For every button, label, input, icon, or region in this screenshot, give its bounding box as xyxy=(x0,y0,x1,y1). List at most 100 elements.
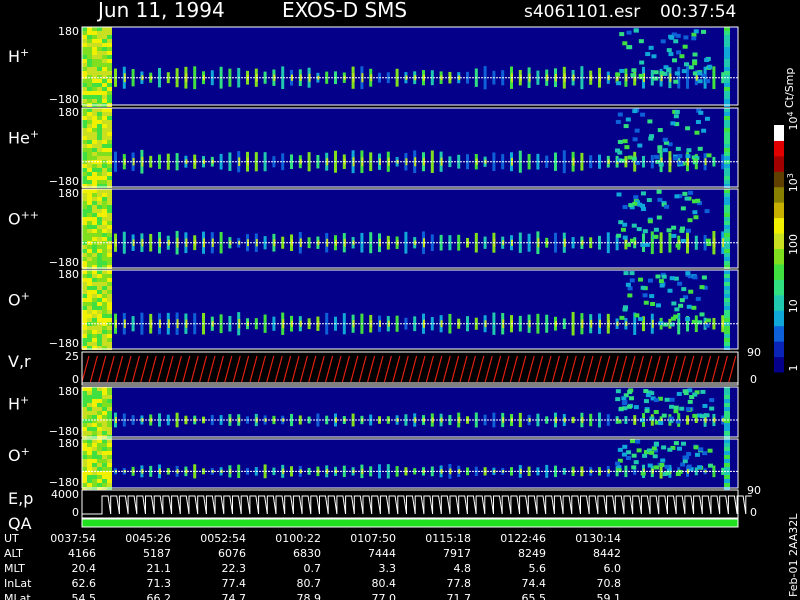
ytop-h-plus-1: 180 xyxy=(58,25,79,38)
rbot-ep: 0 xyxy=(750,506,757,519)
colorbar-swatch xyxy=(774,263,784,280)
footer-cell: 6.0 xyxy=(604,562,622,575)
footer-cell: 77.0 xyxy=(372,592,397,600)
label-sup-he-plus: + xyxy=(30,127,39,140)
orbit-footer: UT ALT MLT InLat MLat 0037:54 4166 20.4 62.6 54.5… xyxy=(4,532,621,600)
colorbar-swatch xyxy=(774,171,784,188)
ytop-ep: 4000 xyxy=(51,488,79,501)
ytop-vr: 25 xyxy=(65,350,79,363)
footer-cell: 5187 xyxy=(143,547,171,560)
panel-stack: H+180−180He+180−180O++180−180O+180−180V,… xyxy=(8,25,761,533)
file-name: s4061101.esr xyxy=(524,2,640,22)
footer-cell: 74.4 xyxy=(522,577,547,590)
ytop-o-plus-1: 180 xyxy=(58,268,79,281)
label-sup-o-plus-1: + xyxy=(21,289,30,302)
colorbar-swatch xyxy=(774,125,784,141)
footer-cell: 0052:54 xyxy=(200,532,246,545)
footer-cell: 20.4 xyxy=(72,562,97,575)
panel-ep: E,p 4000 0 90 0 xyxy=(8,484,761,519)
footer-cell: 0.7 xyxy=(304,562,322,575)
footer-cell: 54.5 xyxy=(72,592,97,600)
colorbar-swatch xyxy=(774,356,784,373)
footer-cell: 8249 xyxy=(518,547,546,560)
colorbar-tick: 103 xyxy=(786,173,800,192)
panel-h-plus-1: H+ 180 −180 xyxy=(8,25,739,107)
start-time: 00:37:54 xyxy=(660,2,736,22)
label-sup-h-plus-1: + xyxy=(20,46,29,59)
footer-cell: 59.1 xyxy=(597,592,622,600)
footer-cell: 4166 xyxy=(68,547,96,560)
footer-cell: 62.6 xyxy=(72,577,97,590)
label-o-plusplus: O++ xyxy=(8,208,39,229)
footer-cell: 6830 xyxy=(293,547,321,560)
footer-row-label: UT xyxy=(4,532,19,545)
footer-cell: 65.5 xyxy=(522,592,547,600)
colorbar-swatch xyxy=(774,186,784,203)
footer-cell: 66.2 xyxy=(147,592,172,600)
colorbar-tick: 104 xyxy=(786,111,800,130)
footer-row-label: InLat xyxy=(4,577,32,590)
footer-cell: 71.3 xyxy=(147,577,172,590)
footer-row-label: MLat xyxy=(4,592,31,600)
colorbar-tick: 10 xyxy=(787,299,800,313)
colorbar-swatch xyxy=(774,325,784,342)
label-sup-h-plus-2: + xyxy=(20,393,29,406)
label-ep: E,p xyxy=(8,489,33,508)
colorbar-swatch xyxy=(774,310,784,327)
footer-cell: 0100:22 xyxy=(275,532,321,545)
ybot-h-plus-1: −180 xyxy=(49,93,79,106)
footer-cell: 0107:50 xyxy=(350,532,396,545)
footer-row-label: ALT xyxy=(4,547,23,560)
footer-cell: 7444 xyxy=(368,547,396,560)
plot-date: Jun 11, 1994 xyxy=(96,0,225,22)
footer-row-label: MLT xyxy=(4,562,25,575)
colorbar-swatch xyxy=(774,217,784,234)
ytop-o-plusplus: 180 xyxy=(58,187,79,200)
ytop-o-plus-2: 180 xyxy=(58,437,79,450)
label-vr: V,r xyxy=(8,352,31,371)
ytop-he-plus: 180 xyxy=(58,106,79,119)
footer-cell: 71.7 xyxy=(447,592,472,600)
label-sup-o-plus-2: + xyxy=(21,445,30,458)
footer-cell: 74.7 xyxy=(222,592,247,600)
label-sup-o-plusplus: ++ xyxy=(21,208,39,221)
panel-h-plus-2: H+180−180 xyxy=(8,385,739,439)
footer-cell: 4.8 xyxy=(454,562,472,575)
panel-o-plus-1: O+ 180 −180 xyxy=(8,268,739,350)
label-o-plus-1: O+ xyxy=(8,289,30,310)
ybot-ep: 0 xyxy=(72,506,79,519)
footer-cell: 0115:18 xyxy=(425,532,471,545)
footer-cell: 3.3 xyxy=(379,562,397,575)
mission-title: EXOS-D SMS xyxy=(282,0,407,22)
colorbar-swatch xyxy=(774,140,784,157)
rbot-vr: 0 xyxy=(750,373,757,386)
exos-d-sms-plot: Jun 11, 1994 EXOS-D SMS s4061101.esr 00:… xyxy=(4,0,800,600)
footer-cell: 22.3 xyxy=(222,562,247,575)
label-h-plus-1: H+ xyxy=(8,46,29,67)
colorbar: 1 10 100 103 104 xyxy=(774,111,800,373)
label-h-plus-2: H+ xyxy=(8,393,29,414)
footer-cell: 0130:14 xyxy=(575,532,621,545)
ybot-o-plus-1: −180 xyxy=(49,337,79,350)
label-o-plus-2: O+ xyxy=(8,445,30,466)
panel-o-plusplus: O++180−180 xyxy=(8,187,739,269)
colorbar-swatch xyxy=(774,248,784,265)
colorbar-swatch xyxy=(774,279,784,296)
footer-cell: 7917 xyxy=(443,547,471,560)
version-label: Feb-01 2AA32L xyxy=(787,513,800,597)
colorbar-tick: 1 xyxy=(787,365,800,372)
colorbar-tick: 100 xyxy=(787,234,800,255)
panel-vr: V,r 250900 xyxy=(8,346,761,386)
ytop-h-plus-2: 180 xyxy=(58,385,79,398)
rtop-ep: 90 xyxy=(747,484,761,497)
footer-cell: 0037:54 xyxy=(50,532,96,545)
panel-he-plus: He+180−180 xyxy=(8,106,739,188)
label-he-plus: He+ xyxy=(8,127,39,148)
footer-cell: 5.6 xyxy=(529,562,547,575)
footer-cell: 6076 xyxy=(218,547,246,560)
colorbar-swatch xyxy=(774,294,784,311)
footer-cell: 8442 xyxy=(593,547,621,560)
footer-cell: 77.8 xyxy=(447,577,472,590)
footer-cell: 77.4 xyxy=(222,577,247,590)
colorbar-unit: Ct/Smp xyxy=(783,68,796,108)
